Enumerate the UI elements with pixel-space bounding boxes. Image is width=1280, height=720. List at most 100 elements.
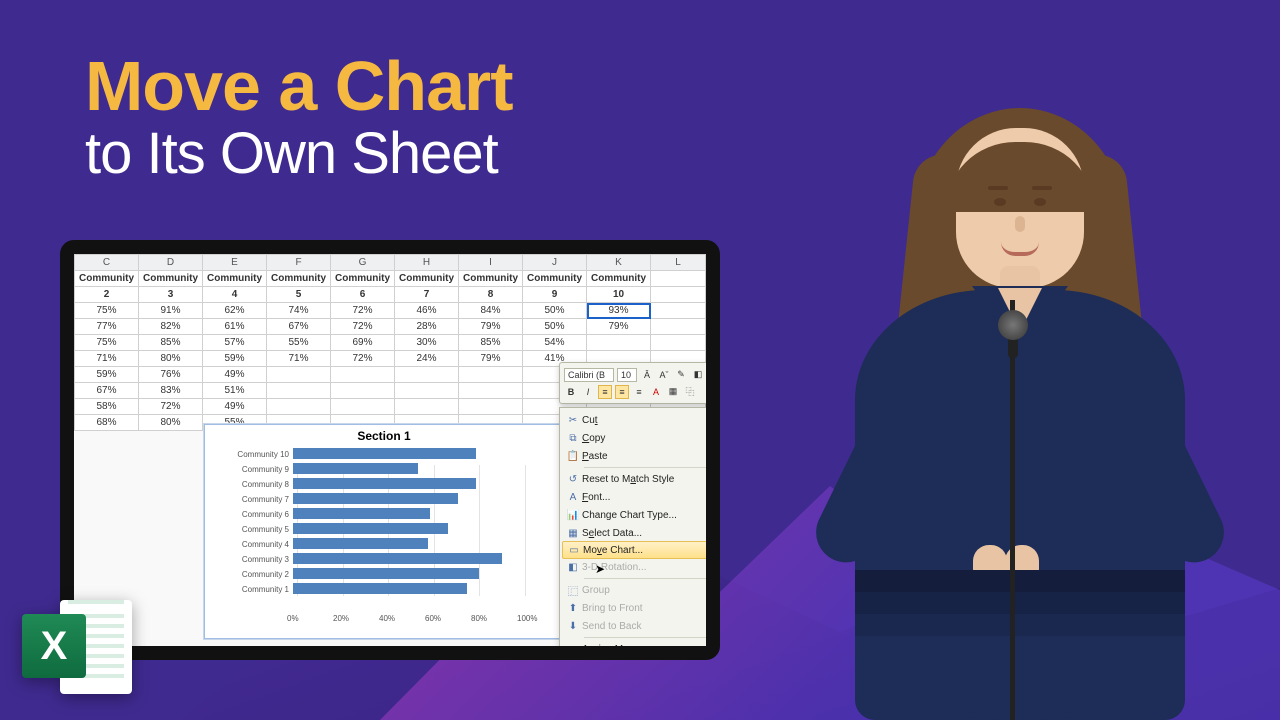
align-right-icon[interactable]: ≡ xyxy=(632,385,646,399)
align-left-icon[interactable]: ≡ xyxy=(598,385,612,399)
subheader-cell[interactable]: 2 xyxy=(75,287,139,303)
column-header[interactable]: G xyxy=(331,255,395,271)
data-cell[interactable]: 84% xyxy=(459,303,523,319)
column-header[interactable]: C xyxy=(75,255,139,271)
data-cell[interactable]: 77% xyxy=(75,319,139,335)
font-family-select[interactable]: Calibri (B xyxy=(564,368,614,382)
data-cell[interactable] xyxy=(267,399,331,415)
data-cell[interactable] xyxy=(331,399,395,415)
data-cell[interactable]: 75% xyxy=(75,335,139,351)
subheader-cell[interactable]: 4 xyxy=(203,287,267,303)
header-cell[interactable]: Community xyxy=(587,271,651,287)
data-cell[interactable]: 69% xyxy=(331,335,395,351)
data-cell[interactable]: 91% xyxy=(139,303,203,319)
data-cell[interactable]: 59% xyxy=(75,367,139,383)
header-cell[interactable]: Community xyxy=(267,271,331,287)
data-cell[interactable] xyxy=(459,383,523,399)
subheader-cell[interactable]: 10 xyxy=(587,287,651,303)
data-cell[interactable] xyxy=(395,399,459,415)
data-cell[interactable]: 75% xyxy=(75,303,139,319)
data-cell[interactable]: 79% xyxy=(459,351,523,367)
data-cell[interactable] xyxy=(267,383,331,399)
column-header[interactable]: L xyxy=(651,255,706,271)
italic-icon[interactable]: I xyxy=(581,385,595,399)
data-cell[interactable] xyxy=(651,303,706,319)
data-cell[interactable]: 80% xyxy=(139,351,203,367)
data-cell[interactable]: 79% xyxy=(459,319,523,335)
data-cell[interactable] xyxy=(331,383,395,399)
border-icon[interactable]: ▦ xyxy=(666,385,680,399)
header-cell[interactable]: Community xyxy=(523,271,587,287)
align-center-icon[interactable]: ≡ xyxy=(615,385,629,399)
mini-format-toolbar[interactable]: Calibri (B 10 Â Aˇ ✎ ◧ B I ≡ ≡ ≡ A ▦ ⿻ xyxy=(559,362,720,404)
subheader-cell[interactable]: 6 xyxy=(331,287,395,303)
data-cell[interactable] xyxy=(706,335,721,351)
data-cell[interactable]: 30% xyxy=(395,335,459,351)
data-cell[interactable]: 72% xyxy=(331,319,395,335)
data-cell[interactable] xyxy=(706,367,721,383)
data-cell[interactable]: 68% xyxy=(75,415,139,431)
menu-item-font[interactable]: AFont... xyxy=(560,488,720,506)
grow-font-icon[interactable]: Â xyxy=(640,368,654,382)
subheader-cell[interactable]: 9 xyxy=(523,287,587,303)
data-cell[interactable]: 79% xyxy=(587,319,651,335)
data-cell[interactable] xyxy=(651,319,706,335)
spreadsheet[interactable]: CDEFGHIJKLMN CommunityCommunityCommunity… xyxy=(74,254,720,431)
data-cell[interactable]: 71% xyxy=(267,351,331,367)
subheader-cell[interactable]: 3 xyxy=(139,287,203,303)
data-cell[interactable]: 24% xyxy=(395,351,459,367)
header-cell[interactable]: Community xyxy=(203,271,267,287)
data-cell[interactable]: 54% xyxy=(523,335,587,351)
data-cell[interactable]: 85% xyxy=(139,335,203,351)
data-cell[interactable]: 49% xyxy=(203,367,267,383)
subheader-cell[interactable]: 5 xyxy=(267,287,331,303)
column-header[interactable]: M xyxy=(706,255,721,271)
menu-item-change-chart-type[interactable]: 📊Change Chart Type... xyxy=(560,506,720,524)
format-painter-icon[interactable]: ✎ xyxy=(674,368,688,382)
column-header[interactable]: H xyxy=(395,255,459,271)
data-cell[interactable]: 51% xyxy=(203,383,267,399)
menu-item-paste[interactable]: 📋Paste xyxy=(560,447,720,465)
data-cell[interactable]: 74% xyxy=(267,303,331,319)
data-cell[interactable]: 72% xyxy=(139,399,203,415)
data-cell[interactable] xyxy=(706,383,721,399)
header-cell[interactable]: Community xyxy=(75,271,139,287)
data-cell[interactable] xyxy=(395,383,459,399)
font-size-select[interactable]: 10 xyxy=(617,368,637,382)
data-cell[interactable]: 61% xyxy=(203,319,267,335)
header-cell[interactable]: Community xyxy=(459,271,523,287)
subheader-cell[interactable]: 8 xyxy=(459,287,523,303)
embedded-chart[interactable]: Section 1 Community 10Community 9Communi… xyxy=(204,424,564,639)
data-cell[interactable] xyxy=(651,335,706,351)
data-cell[interactable]: 80% xyxy=(139,415,203,431)
menu-item-select-data[interactable]: ▦Select Data... xyxy=(560,524,720,542)
data-cell[interactable] xyxy=(706,351,721,367)
data-cell[interactable]: 55% xyxy=(267,335,331,351)
data-cell[interactable]: 72% xyxy=(331,303,395,319)
data-cell[interactable] xyxy=(706,319,721,335)
header-cell[interactable]: Community xyxy=(331,271,395,287)
header-cell[interactable]: Community xyxy=(395,271,459,287)
data-cell[interactable]: 83% xyxy=(139,383,203,399)
menu-item-move-chart[interactable]: ▭Move Chart... xyxy=(562,541,720,559)
data-cell[interactable] xyxy=(459,367,523,383)
menu-item-copy[interactable]: ⧉Copy xyxy=(560,429,720,447)
data-cell[interactable] xyxy=(395,367,459,383)
data-cell[interactable]: 59% xyxy=(203,351,267,367)
data-cell[interactable]: 67% xyxy=(75,383,139,399)
data-cell[interactable]: 28% xyxy=(395,319,459,335)
data-cell[interactable]: 85% xyxy=(459,335,523,351)
data-cell[interactable] xyxy=(267,367,331,383)
subheader-cell[interactable] xyxy=(706,287,721,303)
data-cell[interactable]: 46% xyxy=(395,303,459,319)
data-cell[interactable]: 62% xyxy=(203,303,267,319)
data-cell[interactable] xyxy=(706,415,721,431)
menu-item-cut[interactable]: ✂Cut xyxy=(560,411,720,429)
data-cell[interactable] xyxy=(706,303,721,319)
subheader-cell[interactable]: 7 xyxy=(395,287,459,303)
column-header[interactable]: E xyxy=(203,255,267,271)
header-cell[interactable]: Community xyxy=(139,271,203,287)
data-cell[interactable]: 82% xyxy=(139,319,203,335)
data-cell[interactable]: 57% xyxy=(203,335,267,351)
data-cell[interactable] xyxy=(706,399,721,415)
